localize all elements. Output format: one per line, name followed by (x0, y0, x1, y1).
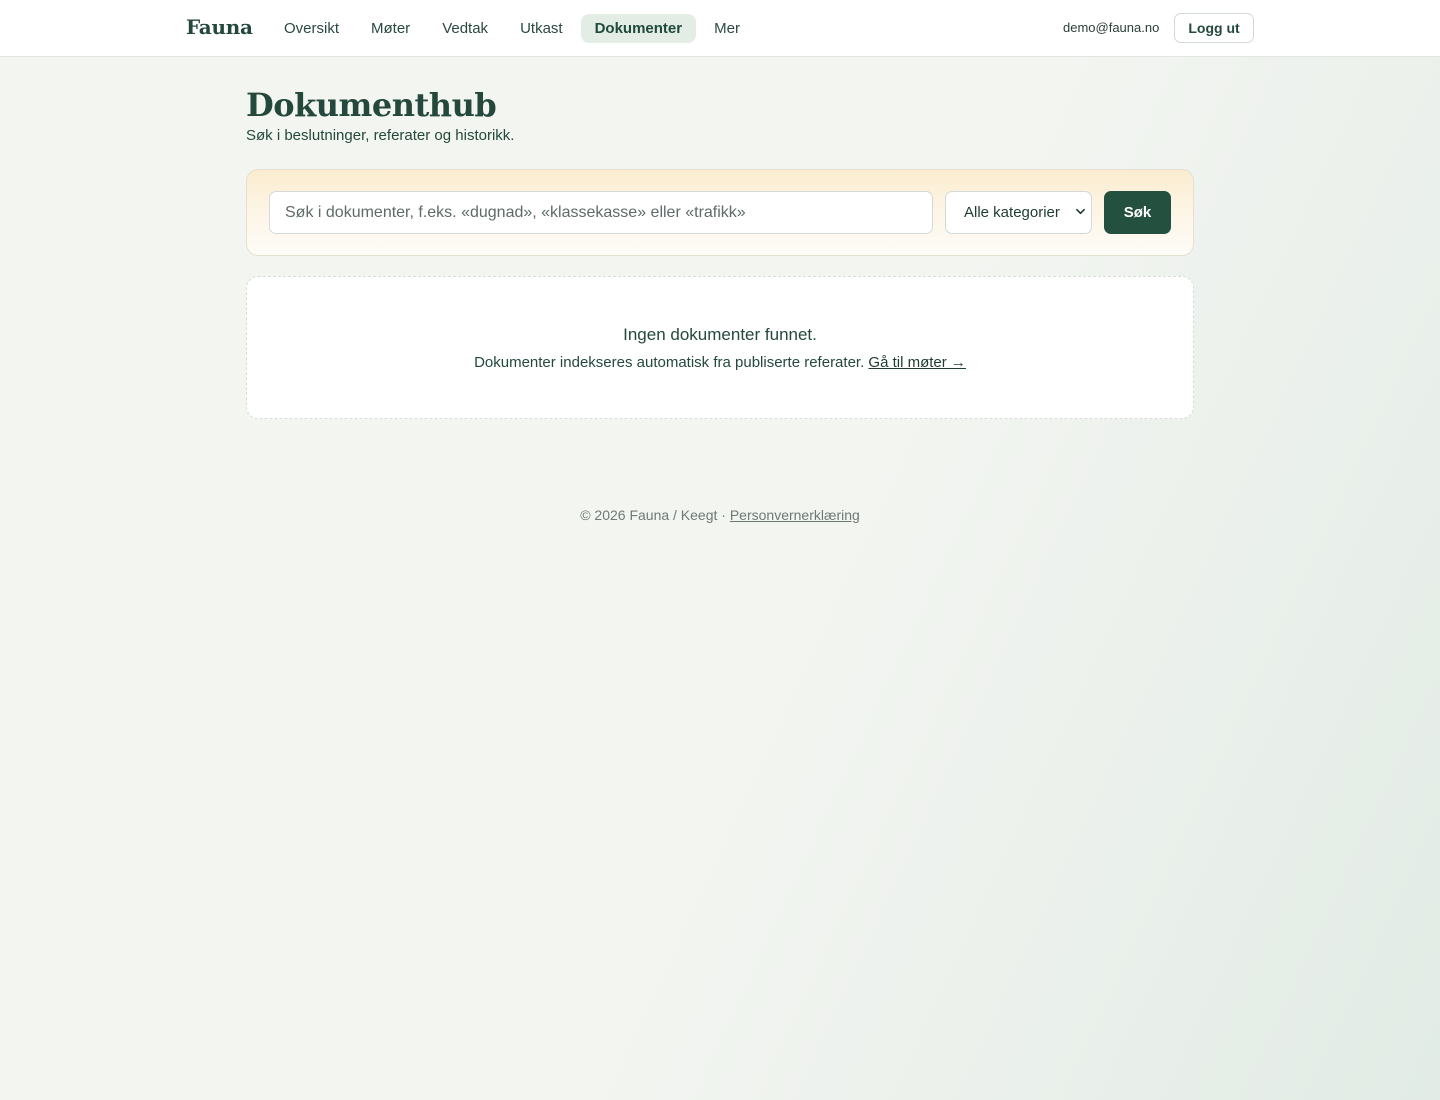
nav-item-oversikt[interactable]: Oversikt (270, 14, 353, 43)
empty-state-card: Ingen dokumenter funnet. Dokumenter inde… (246, 276, 1194, 419)
footer: © 2026 Fauna / Keegt · Personvernerklæri… (0, 507, 1440, 523)
chevron-down-icon (1076, 208, 1085, 215)
empty-state-text: Dokumenter indekseres automatisk fra pub… (474, 354, 865, 371)
category-select[interactable]: Alle kategorier (945, 191, 1092, 234)
search-button[interactable]: Søk (1104, 191, 1171, 234)
top-navigation-bar: Fauna Oversikt Møter Vedtak Utkast Dokum… (0, 0, 1440, 57)
nav-item-moter[interactable]: Møter (357, 14, 424, 43)
page-subtitle: Søk i beslutninger, referater og histori… (246, 127, 515, 144)
footer-copyright: © 2026 Fauna / Keegt · (580, 507, 730, 523)
category-select-value: Alle kategorier (964, 204, 1060, 221)
nav-item-dokumenter[interactable]: Dokumenter (580, 14, 697, 43)
main-nav: Oversikt Møter Vedtak Utkast Dokumenter … (270, 14, 754, 43)
search-input[interactable] (269, 191, 933, 234)
logout-button[interactable]: Logg ut (1174, 13, 1254, 43)
empty-state-title: Ingen dokumenter funnet. (623, 325, 817, 344)
nav-item-mer[interactable]: Mer (700, 14, 754, 43)
empty-state-description: Dokumenter indekseres automatisk fra pub… (247, 354, 1193, 371)
brand-logo[interactable]: Fauna (186, 15, 253, 39)
nav-item-utkast[interactable]: Utkast (506, 14, 577, 43)
nav-item-vedtak[interactable]: Vedtak (428, 14, 502, 43)
privacy-policy-link[interactable]: Personvernerklæring (730, 507, 860, 523)
search-panel: Alle kategorier Søk (246, 169, 1194, 256)
go-to-meetings-link[interactable]: Gå til møter → (868, 354, 966, 371)
page-title: Dokumenthub (246, 86, 497, 124)
user-email: demo@fauna.no (1063, 20, 1160, 35)
